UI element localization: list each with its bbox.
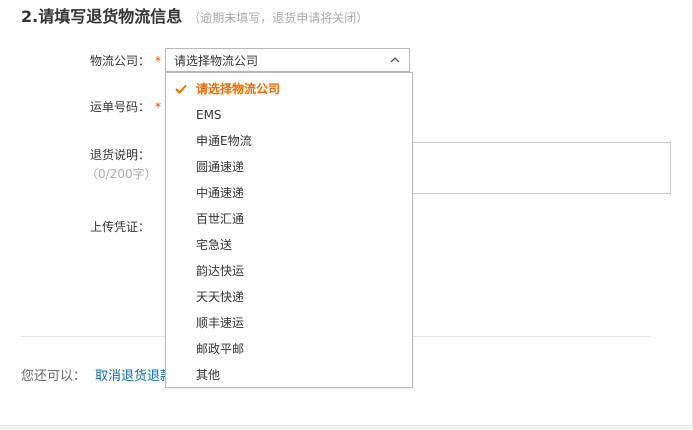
carrier-select-value: 请选择物流公司 — [174, 54, 259, 68]
carrier-option[interactable]: 百世汇通 — [166, 206, 412, 232]
check-icon — [175, 84, 187, 94]
carrier-option[interactable]: 其他 — [166, 362, 412, 388]
chevron-up-icon — [390, 57, 400, 63]
carrier-dropdown-list: 请选择物流公司 EMS 申通E物流圆通速递中通速递百世汇通宅急送韵达快运天天快递顺丰… — [165, 72, 413, 388]
cancel-return-link[interactable]: 取消退货退款申请 — [95, 369, 165, 385]
carrier-option[interactable]: EMS — [166, 102, 412, 128]
note-label: 退货说明： — [90, 148, 151, 162]
return-note-textarea[interactable] — [411, 142, 671, 194]
note-char-counter: （0/200字） — [86, 167, 157, 181]
carrier-option-label: 圆通速递 — [196, 160, 245, 174]
tracking-required-mark: * — [155, 100, 162, 114]
carrier-option-label: 中通速递 — [196, 186, 245, 200]
carrier-required-mark: * — [155, 54, 162, 68]
carrier-option-label: 其他 — [196, 368, 221, 382]
return-logistics-form-page: 2.请填写退货物流信息 （逾期未填写，退货申请将关闭） 物流公司： * 请选择物流公… — [0, 0, 693, 430]
carrier-option-label: 韵达快运 — [196, 264, 245, 278]
carrier-label: 物流公司： * — [90, 53, 161, 69]
carrier-option-label: 顺丰速运 — [196, 316, 245, 330]
carrier-option[interactable]: 邮政平邮 — [166, 336, 412, 362]
carrier-select[interactable]: 请选择物流公司 — [165, 48, 410, 72]
carrier-option-label: 申通E物流 — [196, 134, 252, 148]
carrier-option-label: 天天快递 — [196, 290, 245, 304]
carrier-option-label: EMS — [196, 108, 222, 122]
section-title-text: 2.请填写退货物流信息 — [21, 7, 183, 26]
carrier-option[interactable]: 圆通速递 — [166, 154, 412, 180]
carrier-option[interactable]: 请选择物流公司 — [166, 76, 412, 102]
carrier-option-label: 邮政平邮 — [196, 342, 245, 356]
section-title: 2.请填写退货物流信息 （逾期未填写，退货申请将关闭） — [21, 7, 368, 28]
section-title-note: （逾期未填写，退货申请将关闭） — [188, 11, 369, 25]
tracking-label-text: 运单号码： — [90, 100, 151, 114]
carrier-label-text: 物流公司： — [90, 54, 151, 68]
carrier-option[interactable]: 顺丰速运 — [166, 310, 412, 336]
also-can-label: 您还可以： — [21, 369, 87, 384]
carrier-options: 请选择物流公司 EMS 申通E物流圆通速递中通速递百世汇通宅急送韵达快运天天快递顺丰… — [166, 73, 412, 388]
carrier-option[interactable]: 中通速递 — [166, 180, 412, 206]
carrier-option[interactable]: 天天快递 — [166, 284, 412, 310]
panel-bottom-border — [0, 425, 693, 430]
carrier-option-label: 请选择物流公司 — [196, 82, 281, 96]
carrier-option-label: 宅急送 — [196, 238, 233, 252]
carrier-option[interactable]: 韵达快运 — [166, 258, 412, 284]
upload-label: 上传凭证： — [90, 220, 151, 234]
tracking-label: 运单号码： * — [90, 99, 161, 115]
carrier-option-label: 百世汇通 — [196, 212, 245, 226]
carrier-option[interactable]: 宅急送 — [166, 232, 412, 258]
carrier-option[interactable]: 申通E物流 — [166, 128, 412, 154]
